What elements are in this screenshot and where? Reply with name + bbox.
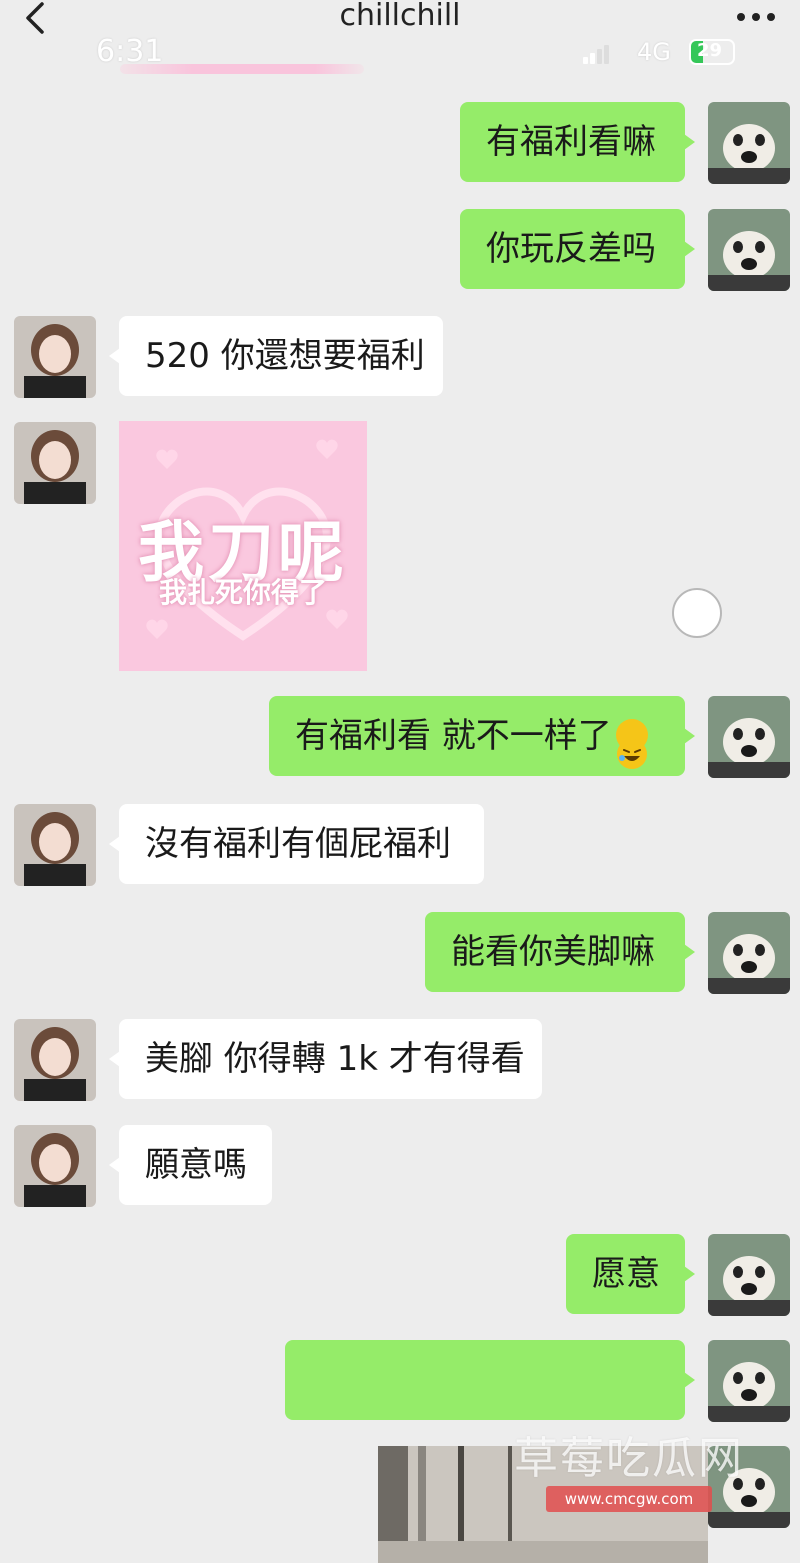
- sent-message[interactable]: 有福利看 就不一样了: [269, 696, 695, 776]
- site-watermark-url: www.cmcgw.com: [546, 1486, 712, 1512]
- message-text: 美腳 你得轉 1k 才有得看: [145, 1039, 525, 1079]
- my-avatar[interactable]: [708, 912, 790, 994]
- network-type: 4G: [637, 38, 671, 66]
- signal-icon: [583, 45, 609, 64]
- sent-message[interactable]: 你玩反差吗: [460, 209, 695, 289]
- message-text: 你玩反差吗: [486, 229, 656, 269]
- my-avatar[interactable]: [708, 1234, 790, 1316]
- message-text: 520 你還想要福利: [145, 336, 425, 376]
- received-message[interactable]: 沒有福利有個屁福利: [109, 804, 484, 884]
- laughing-emoji-icon: [615, 718, 648, 769]
- received-message[interactable]: 願意嗎: [109, 1125, 272, 1205]
- contact-avatar[interactable]: [14, 422, 96, 504]
- sent-message[interactable]: 愿意: [566, 1234, 695, 1314]
- battery-icon: 29: [689, 39, 735, 65]
- contact-avatar[interactable]: [14, 1125, 96, 1207]
- contact-avatar[interactable]: [14, 804, 96, 886]
- contact-avatar[interactable]: [14, 1019, 96, 1101]
- my-avatar[interactable]: [708, 696, 790, 778]
- received-message[interactable]: 520 你還想要福利: [109, 316, 443, 396]
- redaction-strip: [120, 64, 364, 74]
- site-watermark: 草莓吃瓜网: [514, 1433, 744, 1484]
- battery-level: 29: [697, 40, 723, 61]
- my-avatar[interactable]: [708, 102, 790, 184]
- message-text: 願意嗎: [145, 1145, 247, 1185]
- chat-title: chillchill: [339, 0, 461, 33]
- received-message[interactable]: 美腳 你得轉 1k 才有得看: [109, 1019, 542, 1099]
- sticker-message[interactable]: 我刀呢 我扎死你得了: [119, 421, 367, 671]
- my-avatar[interactable]: [708, 1340, 790, 1422]
- sent-message[interactable]: [285, 1340, 695, 1420]
- sticker-subtitle: 我扎死你得了: [158, 576, 327, 609]
- message-text: 有福利看嘛: [486, 122, 656, 162]
- message-text: 能看你美脚嘛: [451, 932, 655, 972]
- floating-circle-button[interactable]: [672, 588, 722, 638]
- message-text: 愿意: [592, 1254, 660, 1294]
- my-avatar[interactable]: [708, 209, 790, 291]
- contact-avatar[interactable]: [14, 316, 96, 398]
- more-options-icon[interactable]: [736, 12, 776, 22]
- sent-message[interactable]: 能看你美脚嘛: [425, 912, 695, 992]
- message-text: 有福利看 就不一样了: [295, 716, 612, 756]
- sent-message[interactable]: 有福利看嘛: [460, 102, 695, 182]
- message-text: 沒有福利有個屁福利: [145, 824, 451, 864]
